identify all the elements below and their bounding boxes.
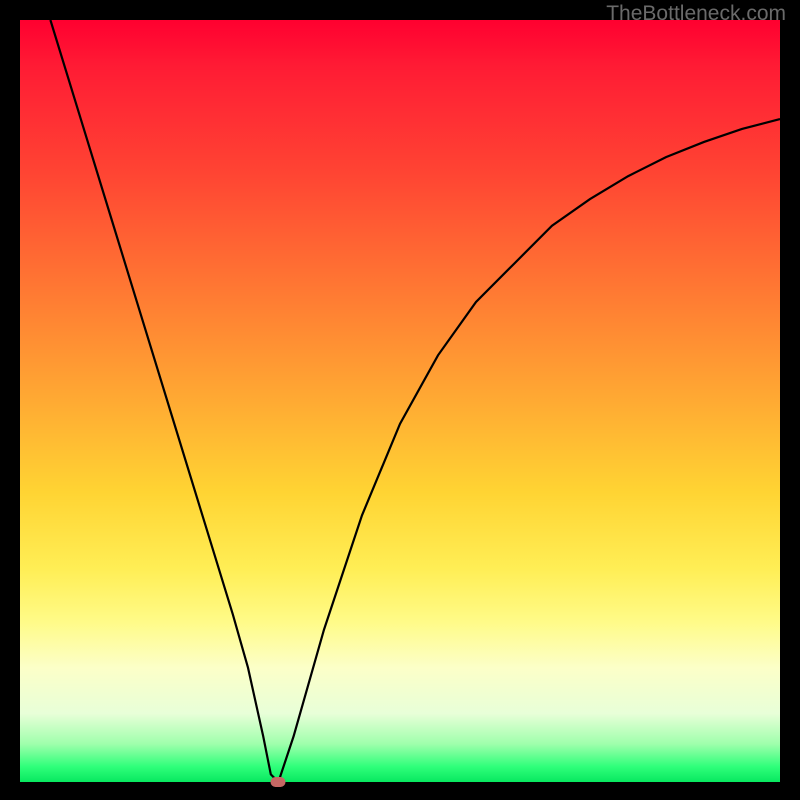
watermark-text: TheBottleneck.com	[606, 2, 786, 26]
minimum-marker	[271, 777, 286, 787]
chart-root: TheBottleneck.com	[0, 0, 800, 800]
curve-svg	[20, 20, 780, 782]
curve-path	[50, 20, 780, 782]
plot-area	[20, 20, 780, 782]
